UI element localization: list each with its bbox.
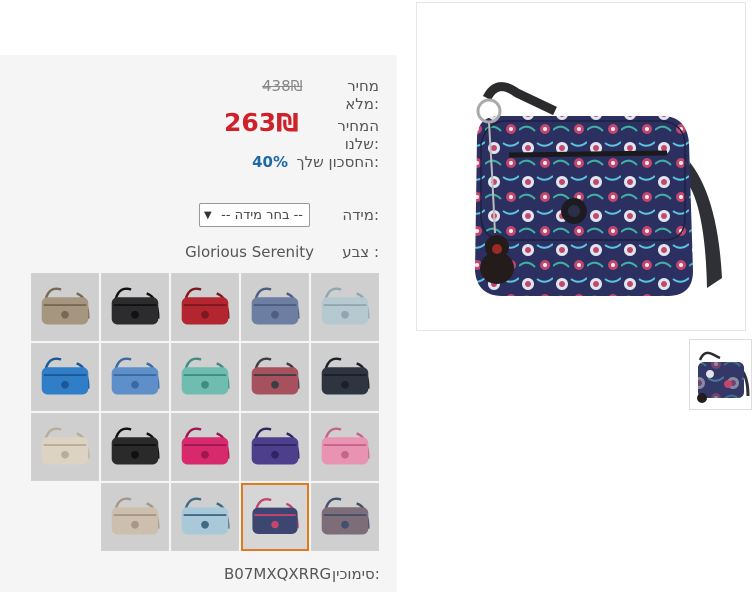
swatch-magenta[interactable]: [171, 413, 239, 481]
swatch-cream[interactable]: [31, 413, 99, 481]
full-price-label: מחיר מלא:: [345, 77, 379, 113]
chevron-down-icon: ▼: [204, 209, 212, 221]
swatch-pattern-stripes[interactable]: [241, 343, 309, 411]
main-product-image[interactable]: [416, 2, 746, 331]
swatch-bag-icon: [111, 497, 160, 535]
color-swatch-grid: [29, 273, 379, 553]
our-price-value: 263₪: [224, 108, 299, 137]
swatch-bag-icon: [321, 287, 370, 325]
swatch-bag-icon: [111, 287, 160, 325]
swatch-bag-icon: [181, 357, 230, 395]
thumbnail-image[interactable]: [689, 339, 752, 410]
size-select[interactable]: -- בחר מידה -- ▼: [199, 203, 310, 227]
swatch-bag-icon: [181, 287, 230, 325]
swatch-bag-icon: [41, 427, 90, 465]
swatch-pattern-multi[interactable]: [311, 483, 379, 551]
swatch-bright-blue[interactable]: [31, 343, 99, 411]
color-label: צבע :: [342, 243, 379, 261]
swatch-bag-icon: [41, 287, 90, 325]
bag-image: [475, 82, 722, 296]
swatch-cornflower[interactable]: [101, 343, 169, 411]
swatch-teal[interactable]: [171, 343, 239, 411]
swatch-bag-icon: [321, 497, 370, 535]
swatch-bag-icon: [252, 498, 299, 534]
swatch-bag-icon: [321, 427, 370, 465]
swatch-empty: [31, 483, 99, 551]
size-label: מידה:: [342, 206, 379, 224]
size-select-value: -- בחר מידה --: [221, 207, 303, 223]
swatch-gold[interactable]: [31, 273, 99, 341]
swatch-bag-icon: [251, 427, 300, 465]
swatch-bag-icon: [251, 287, 300, 325]
swatch-glorious-serenity[interactable]: [241, 483, 309, 551]
swatch-beige[interactable]: [101, 483, 169, 551]
swatch-red[interactable]: [171, 273, 239, 341]
swatch-pattern-dots[interactable]: [171, 483, 239, 551]
swatch-bag-icon: [181, 427, 230, 465]
our-price-label: המחיר שלנו:: [337, 117, 379, 153]
swatch-bag-icon: [321, 357, 370, 395]
swatch-navy[interactable]: [311, 343, 379, 411]
swatch-black[interactable]: [101, 273, 169, 341]
swatch-bag-icon: [251, 357, 300, 395]
color-value: Glorious Serenity: [185, 243, 314, 261]
savings-label: החסכון שלך:: [296, 153, 379, 171]
full-price-value: 438₪: [262, 77, 303, 95]
swatch-bag-icon: [41, 357, 90, 395]
swatch-slate-blue[interactable]: [241, 273, 309, 341]
swatch-bag-icon: [111, 427, 160, 465]
swatch-bag-icon: [181, 497, 230, 535]
swatch-black-2[interactable]: [101, 413, 169, 481]
savings-value: 40%: [252, 153, 288, 171]
swatch-bag-icon: [111, 357, 160, 395]
swatch-purple[interactable]: [241, 413, 309, 481]
swatch-pink[interactable]: [311, 413, 379, 481]
bag-thumbnail: [697, 351, 750, 403]
product-info-panel: מחיר מלא: 438₪ המחיר שלנו: 263₪ החסכון ש…: [0, 55, 397, 592]
swatch-light-blue[interactable]: [311, 273, 379, 341]
sku-value: B07MXQXRRG: [224, 565, 332, 583]
sku-label: סימוכין:: [332, 565, 380, 583]
